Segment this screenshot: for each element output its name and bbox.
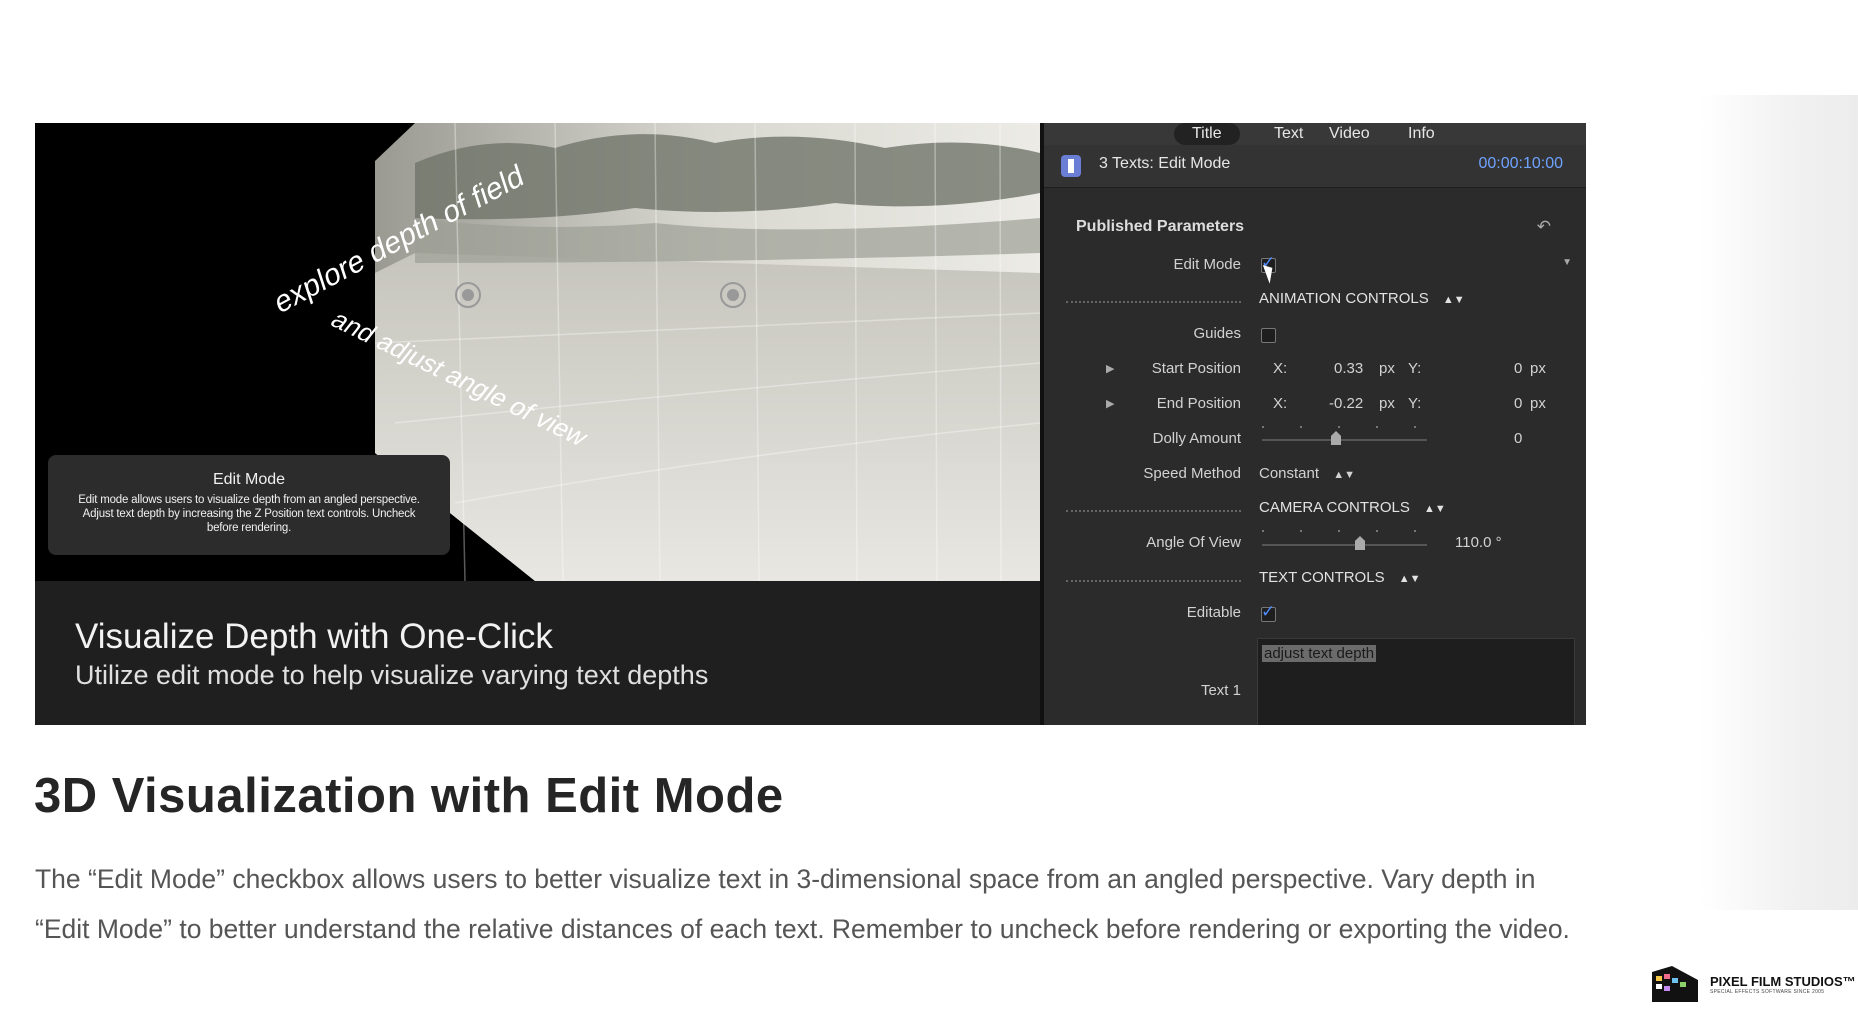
caption-subtitle: Utilize edit mode to help visualize vary… [75, 660, 709, 690]
start-x-label: X: [1273, 360, 1288, 377]
camera-controls-label: CAMERA CONTROLS [1259, 499, 1410, 516]
angle-of-view-slider-thumb[interactable] [1355, 536, 1365, 550]
updown-icon: ▲▼ [1398, 573, 1421, 585]
guides-label: Guides [1193, 325, 1241, 342]
caption-title: Visualize Depth with One-Click [75, 617, 553, 656]
speed-method-select[interactable]: Constant ▲▼ [1259, 465, 1355, 482]
film-logo-icon [1652, 966, 1698, 1002]
start-y-unit: px [1530, 360, 1546, 377]
logo-name: PIXEL FILM STUDIOS™ [1710, 974, 1856, 989]
inspector-header: 3 Texts: Edit Mode 00:00:10:00 [1044, 145, 1586, 188]
end-y-unit: px [1530, 395, 1546, 412]
title-icon [1061, 155, 1081, 177]
text1-label: Text 1 [1200, 682, 1241, 699]
angle-of-view-label: Angle Of View [1146, 534, 1241, 551]
tab-title[interactable]: Title [1174, 123, 1240, 145]
start-x-unit: px [1379, 360, 1395, 377]
text1-field[interactable]: adjust text depth [1257, 638, 1575, 725]
separator-dots [1066, 580, 1241, 582]
separator-dots [1066, 301, 1241, 303]
updown-icon: ▲▼ [1442, 294, 1465, 306]
animation-controls-label: ANIMATION CONTROLS [1259, 290, 1429, 307]
timecode: 00:00:10:00 [1478, 155, 1563, 172]
page-right-shade [1700, 95, 1858, 910]
editable-label: Editable [1186, 604, 1241, 621]
end-x-value[interactable]: -0.22 [1329, 395, 1363, 412]
inspector-title: 3 Texts: Edit Mode [1099, 155, 1231, 172]
edit-mode-tooltip-title: Edit Mode [212, 471, 286, 488]
dolly-amount-value[interactable]: 0 [1514, 430, 1522, 447]
logo-tagline: SPECIAL EFFECTS SOFTWARE SINCE 2005 [1710, 989, 1825, 995]
dolly-ticks [1262, 426, 1427, 428]
camera-controls-section[interactable]: CAMERA CONTROLS ▲▼ [1259, 499, 1446, 516]
start-x-value[interactable]: 0.33 [1334, 360, 1363, 377]
guides-checkbox[interactable] [1261, 328, 1276, 343]
dropdown-arrow-icon[interactable]: ▼ [1562, 257, 1572, 268]
updown-icon: ▲▼ [1424, 503, 1446, 515]
tab-video[interactable]: Video [1329, 123, 1370, 145]
article-body: The “Edit Mode” checkbox allows users to… [35, 864, 1570, 944]
screenshot-image: explore depth of field and adjust angle … [35, 123, 1586, 725]
inspector-tabs: Title Text Video Info [1044, 123, 1586, 145]
text1-value: adjust text depth [1262, 645, 1377, 662]
separator-dots [1066, 510, 1241, 512]
angle-of-view-value[interactable]: 110.0 ° [1455, 534, 1502, 551]
end-position-disclosure-icon[interactable]: ▶ [1106, 397, 1114, 410]
editable-check-icon: ✓ [1261, 602, 1276, 621]
speed-method-label: Speed Method [1143, 465, 1241, 482]
angle-ticks [1262, 530, 1427, 532]
end-y-label: Y: [1408, 395, 1422, 412]
tab-text[interactable]: Text [1274, 123, 1303, 145]
edit-mode-label: Edit Mode [1173, 256, 1241, 273]
edit-mode-tooltip: Edit Mode Edit mode allows users to visu… [48, 455, 450, 555]
start-y-value[interactable]: 0 [1514, 360, 1522, 377]
pixel-film-studios-logo: PIXEL FILM STUDIOS™ SPECIAL EFFECTS SOFT… [1652, 966, 1856, 1006]
angle-of-view-slider[interactable] [1262, 544, 1427, 546]
text-controls-section[interactable]: TEXT CONTROLS ▲▼ [1259, 569, 1421, 586]
article-heading: 3D Visualization with Edit Mode [34, 769, 784, 823]
start-y-label: Y: [1408, 360, 1422, 377]
animation-controls-section[interactable]: ANIMATION CONTROLS ▲▼ [1259, 290, 1465, 307]
end-y-value[interactable]: 0 [1514, 395, 1522, 412]
reset-icon[interactable]: ↶ [1537, 217, 1551, 237]
dolly-slider[interactable] [1262, 439, 1427, 441]
end-x-unit: px [1379, 395, 1395, 412]
dolly-slider-thumb[interactable] [1331, 431, 1341, 445]
edit-mode-tooltip-body: Edit mode allows users to visualize dept… [78, 494, 420, 534]
start-position-label: Start Position [1151, 360, 1241, 377]
end-position-label: End Position [1156, 395, 1241, 412]
speed-method-value: Constant [1259, 465, 1320, 482]
published-parameters-label: Published Parameters [1076, 218, 1245, 235]
tab-info[interactable]: Info [1408, 123, 1435, 145]
inspector-panel: Title Text Video Info 3 Texts: Edit Mode… [1044, 123, 1586, 725]
updown-icon: ▲▼ [1333, 469, 1355, 481]
dolly-amount-label: Dolly Amount [1152, 430, 1241, 447]
video-viewer: explore depth of field and adjust angle … [35, 123, 1040, 725]
text-controls-label: TEXT CONTROLS [1259, 569, 1385, 586]
start-position-disclosure-icon[interactable]: ▶ [1106, 362, 1114, 375]
end-x-label: X: [1273, 395, 1288, 412]
